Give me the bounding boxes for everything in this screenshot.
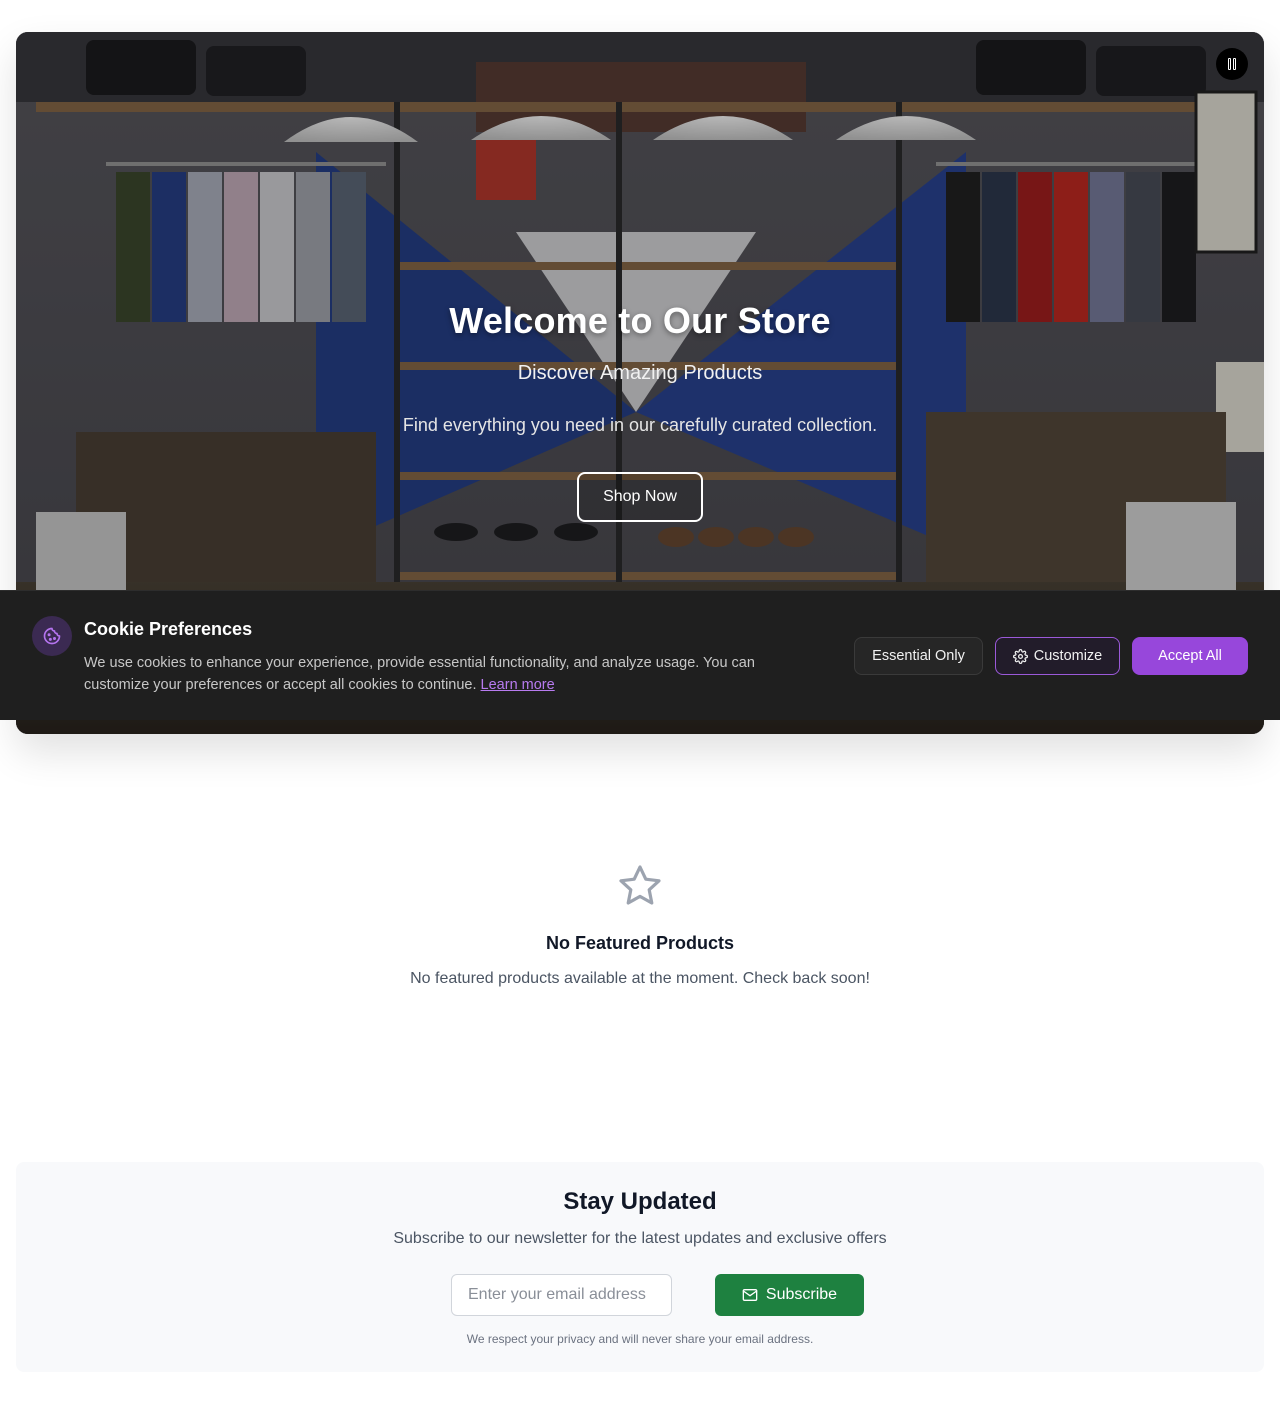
essential-only-button[interactable]: Essential Only xyxy=(854,637,983,675)
subscribe-button[interactable]: Subscribe xyxy=(715,1274,864,1316)
cookie-actions: Essential Only Customize Accept All xyxy=(854,637,1248,675)
newsletter-subtitle: Subscribe to our newsletter for the late… xyxy=(393,1230,887,1247)
hero-description: Find everything you need in our carefull… xyxy=(402,415,878,435)
newsletter-section: Stay Updated Subscribe to our newsletter… xyxy=(16,1162,1264,1372)
featured-products-empty-state: No Featured Products No featured product… xyxy=(0,862,1280,988)
gear-icon xyxy=(1012,648,1028,664)
customize-label: Customize xyxy=(1033,648,1103,664)
accept-all-button[interactable]: Accept All xyxy=(1132,637,1248,675)
shop-now-button[interactable]: Shop Now xyxy=(577,472,703,522)
hero-subtitle: Discover Amazing Products xyxy=(517,362,763,384)
hero-title: Welcome to Our Store xyxy=(449,300,831,341)
email-input[interactable] xyxy=(451,1274,672,1316)
cookie-banner: Cookie Preferences We use cookies to enh… xyxy=(0,590,1280,720)
star-icon xyxy=(619,865,661,905)
cookie-title: Cookie Preferences xyxy=(84,619,253,639)
subscribe-label: Subscribe xyxy=(765,1286,838,1303)
newsletter-form: Subscribe xyxy=(451,1274,864,1316)
learn-more-link[interactable]: Learn more xyxy=(481,677,555,693)
cookie-icon xyxy=(32,616,72,656)
cookie-description: We use cookies to enhance your experienc… xyxy=(84,655,755,693)
empty-state-title: No Featured Products xyxy=(545,933,735,953)
empty-state-message: No featured products available at the mo… xyxy=(410,970,870,987)
newsletter-title: Stay Updated xyxy=(563,1188,717,1215)
privacy-note: We respect your privacy and will never s… xyxy=(466,1332,814,1346)
pause-slideshow-button[interactable] xyxy=(1216,48,1248,80)
hero-content: Welcome to Our Store Discover Amazing Pr… xyxy=(16,300,1264,522)
mail-icon xyxy=(742,1289,758,1301)
customize-button[interactable]: Customize xyxy=(995,637,1120,675)
pause-icon xyxy=(1228,58,1231,70)
